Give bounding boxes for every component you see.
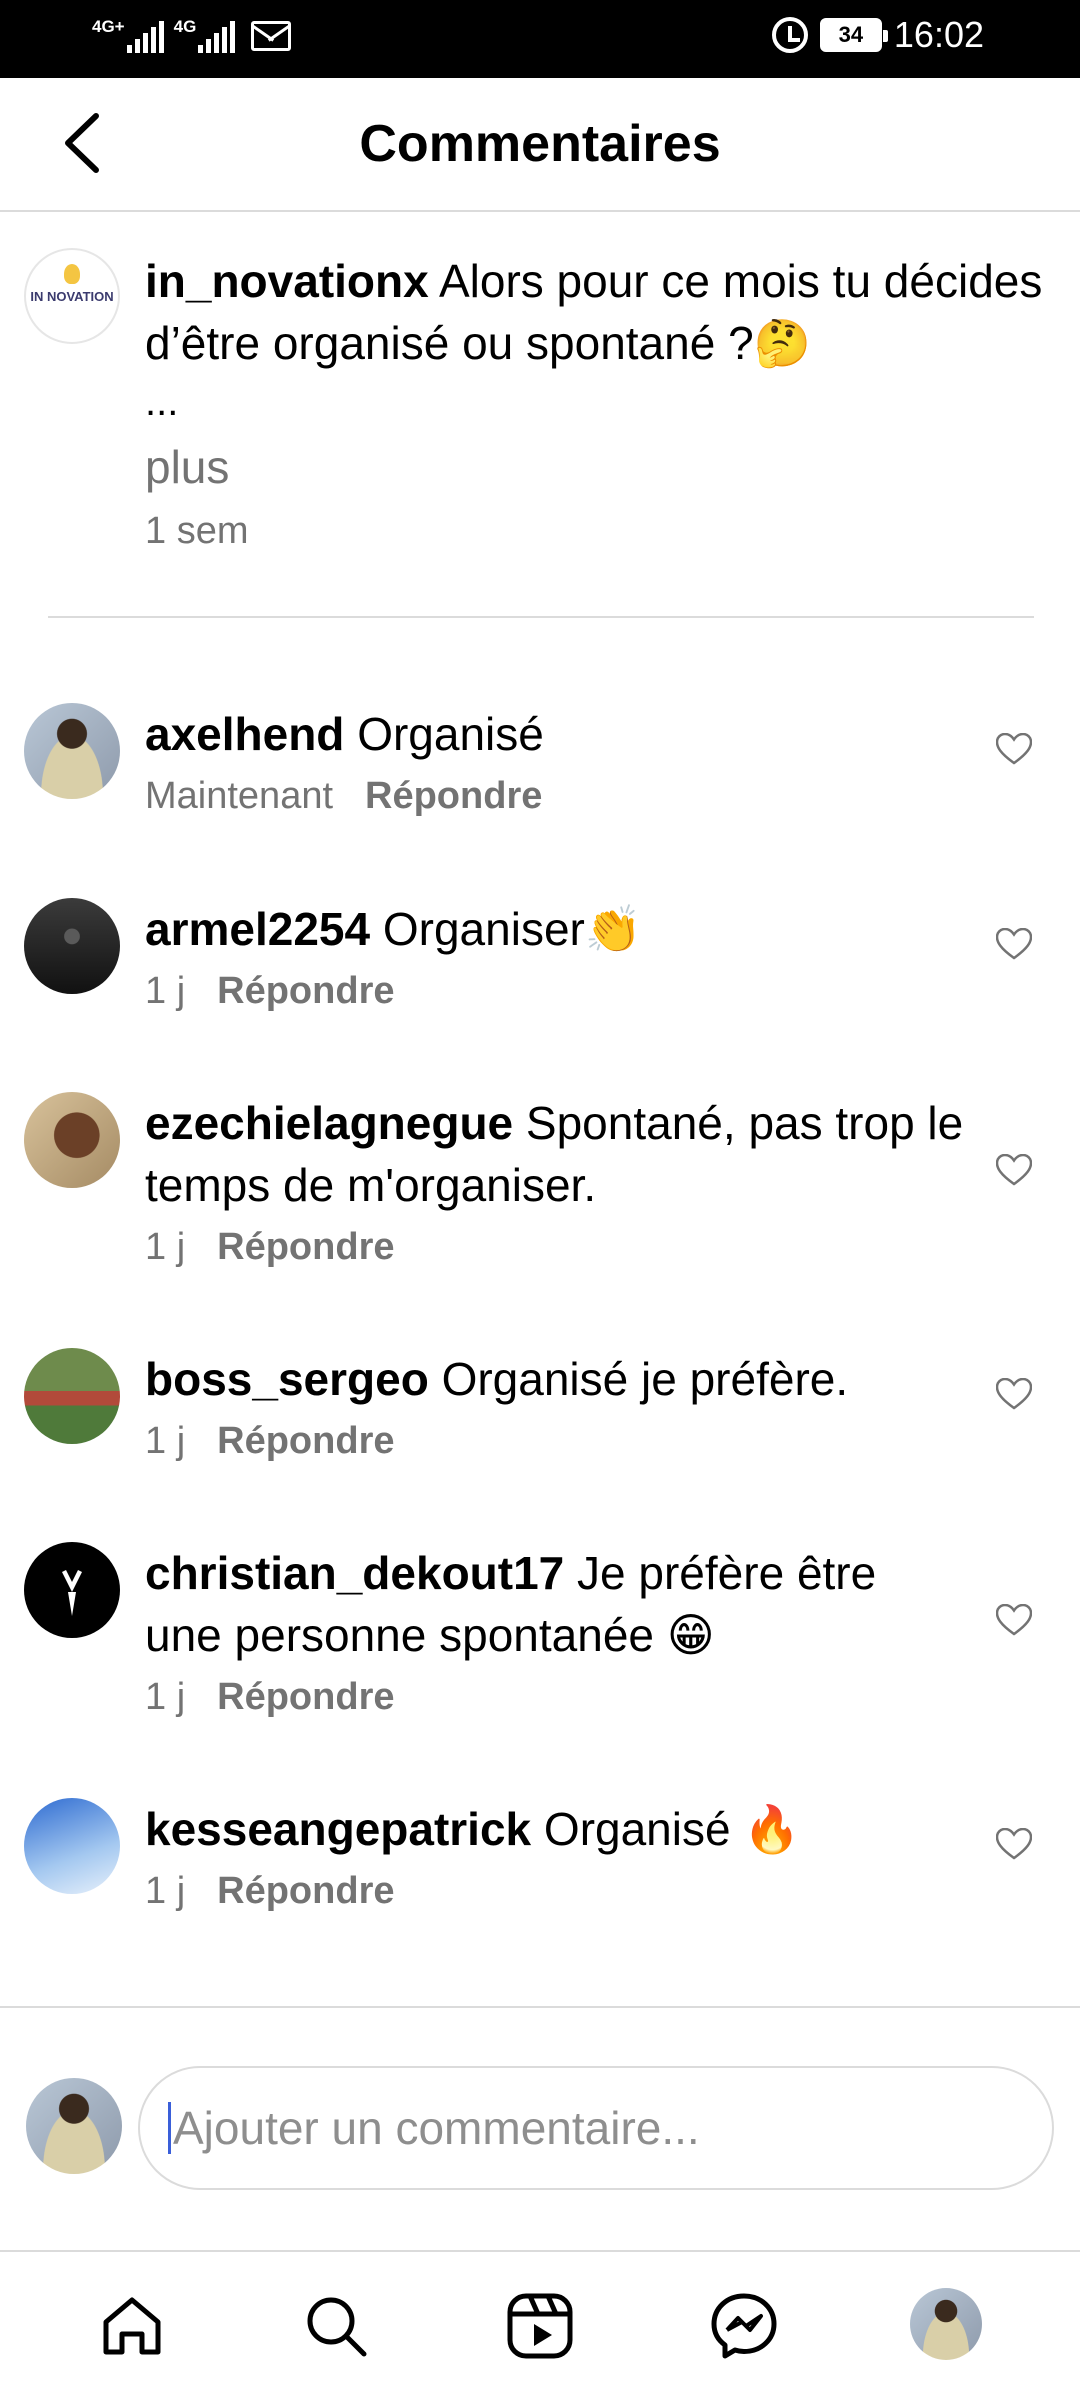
comment-text: christian_dekout17 Je préfère être une p… bbox=[145, 1542, 965, 1666]
battery-icon: 34 bbox=[819, 18, 888, 52]
nav-profile-avatar[interactable] bbox=[910, 2288, 982, 2360]
comment-meta: 1 j Répondre bbox=[145, 1420, 395, 1463]
caption-timestamp: 1 sem bbox=[145, 510, 249, 552]
avatar[interactable] bbox=[24, 1092, 120, 1188]
heart-icon[interactable] bbox=[996, 733, 1032, 765]
comment-input[interactable]: Ajouter un commentaire... bbox=[138, 2066, 1054, 2190]
comment-time: 1 j bbox=[145, 1676, 186, 1718]
comment-time: 1 j bbox=[145, 1870, 186, 1912]
comment-username[interactable]: kesseangepatrick bbox=[145, 1803, 531, 1855]
comment-username[interactable]: armel2254 bbox=[145, 903, 370, 955]
reply-button[interactable]: Répondre bbox=[217, 1870, 394, 1912]
avatar[interactable] bbox=[24, 703, 120, 799]
comment-username[interactable]: boss_sergeo bbox=[145, 1353, 429, 1405]
battery-level: 34 bbox=[838, 22, 864, 47]
heart-icon[interactable] bbox=[996, 928, 1032, 960]
bulb-icon bbox=[64, 264, 80, 284]
comment-meta: 1 j Répondre bbox=[145, 1676, 395, 1719]
reply-button[interactable]: Répondre bbox=[217, 1420, 394, 1462]
signal-icon bbox=[126, 21, 164, 53]
nav-home[interactable] bbox=[96, 2290, 168, 2362]
status-right: 34 16:02 bbox=[771, 14, 984, 56]
comment-body: Organisé je préfère. bbox=[441, 1353, 849, 1405]
comment-time: 1 j bbox=[145, 1226, 186, 1268]
signal-1: 4G+ bbox=[92, 18, 164, 53]
nav-reels[interactable] bbox=[504, 2290, 576, 2362]
comment-meta: 1 j Répondre bbox=[145, 970, 395, 1013]
comment-composer: Ajouter un commentaire... bbox=[0, 2006, 1080, 2252]
heart-icon[interactable] bbox=[996, 1828, 1032, 1860]
network-type-2: 4G bbox=[173, 17, 197, 36]
alarm-icon bbox=[771, 17, 808, 53]
nav-search[interactable] bbox=[300, 2290, 372, 2362]
network-type-1: 4G+ bbox=[92, 17, 125, 36]
signal-2: 4G bbox=[174, 18, 236, 53]
more-link[interactable]: plus bbox=[145, 440, 229, 494]
avatar-logo-text: IN NOVATION bbox=[30, 288, 114, 304]
heart-icon[interactable] bbox=[996, 1378, 1032, 1410]
clock: 16:02 bbox=[893, 14, 984, 55]
comment-text: axelhend Organisé bbox=[145, 703, 965, 765]
reply-button[interactable]: Répondre bbox=[217, 1676, 394, 1718]
reply-button[interactable]: Répondre bbox=[217, 1226, 394, 1268]
signal-icon bbox=[198, 21, 236, 53]
comment-input-placeholder: Ajouter un commentaire... bbox=[173, 2102, 700, 2154]
bottom-navigation bbox=[0, 2252, 1080, 2400]
thinking-emoji: 🤔 bbox=[753, 316, 811, 370]
reels-icon bbox=[507, 2293, 573, 2359]
avatar[interactable] bbox=[24, 1348, 120, 1444]
search-icon bbox=[307, 2297, 367, 2357]
comment-time: 1 j bbox=[145, 1420, 186, 1462]
comment-text: armel2254 Organiser👏 bbox=[145, 898, 965, 960]
post-caption: IN NOVATION in_novationx Alors pour ce m… bbox=[0, 212, 1080, 618]
comment-body: Organiser bbox=[382, 903, 585, 955]
comment-username[interactable]: ezechielagnegue bbox=[145, 1097, 513, 1149]
avatar[interactable]: IN NOVATION bbox=[24, 248, 120, 344]
caption-text: in_novationx Alors pour ce mois tu décid… bbox=[145, 250, 1045, 374]
comment-list[interactable]: axelhend Organisé Maintenant Répondre arm… bbox=[0, 618, 1080, 2006]
comment-time: 1 j bbox=[145, 970, 186, 1012]
comment-username[interactable]: christian_dekout17 bbox=[145, 1547, 564, 1599]
comment-text: ezechielagnegue Spontané, pas trop le te… bbox=[145, 1092, 965, 1216]
nav-messenger[interactable] bbox=[708, 2290, 780, 2362]
clapping-emoji: 👏 bbox=[584, 902, 643, 956]
status-bar: 4G+ 4G 34 16:02 bbox=[0, 0, 1080, 78]
comment-body: Organisé bbox=[357, 708, 544, 760]
fire-emoji: 🔥 bbox=[743, 1802, 801, 1856]
messenger-icon bbox=[711, 2293, 777, 2359]
avatar[interactable] bbox=[24, 1798, 120, 1894]
caption-username[interactable]: in_novationx bbox=[145, 255, 429, 307]
comment-meta: 1 j Répondre bbox=[145, 1226, 395, 1269]
caption-ellipsis: ... bbox=[145, 380, 179, 424]
comment-body: Organisé bbox=[543, 1803, 731, 1855]
header: Commentaires bbox=[0, 78, 1080, 212]
comment-username[interactable]: axelhend bbox=[145, 708, 344, 760]
comment-text: boss_sergeo Organisé je préfère. bbox=[145, 1348, 965, 1410]
reply-button[interactable]: Répondre bbox=[217, 970, 394, 1012]
comment-text: kesseangepatrick Organisé 🔥 bbox=[145, 1798, 965, 1860]
page-title: Commentaires bbox=[359, 115, 721, 173]
grinning-emoji: 😁 bbox=[666, 1608, 715, 1662]
home-icon bbox=[103, 2297, 161, 2355]
heart-icon[interactable] bbox=[996, 1154, 1032, 1186]
comment-meta: Maintenant Répondre bbox=[145, 775, 542, 818]
avatar[interactable] bbox=[24, 898, 120, 994]
avatar[interactable] bbox=[24, 1542, 120, 1638]
avatar bbox=[26, 2078, 122, 2174]
status-left: 4G+ 4G bbox=[92, 18, 292, 53]
heart-icon[interactable] bbox=[996, 1604, 1032, 1636]
reply-button[interactable]: Répondre bbox=[365, 775, 542, 817]
comment-time: Maintenant bbox=[145, 775, 334, 817]
mail-icon bbox=[251, 20, 292, 51]
tuxedo-icon bbox=[62, 1570, 82, 1616]
comment-meta: 1 j Répondre bbox=[145, 1870, 395, 1913]
text-caret bbox=[168, 2102, 171, 2154]
